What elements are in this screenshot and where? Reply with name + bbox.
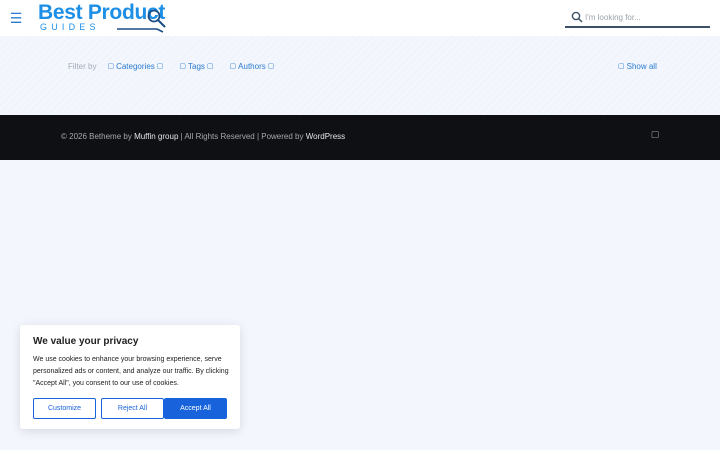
- customize-button[interactable]: Customize: [33, 398, 96, 419]
- list-icon: ▢: [618, 63, 625, 70]
- logo-sub-text: GUIDES: [40, 22, 100, 32]
- filter-categories-link[interactable]: ▢ Categories ▢: [105, 62, 165, 71]
- site-logo[interactable]: Best Product GUIDES: [38, 1, 173, 33]
- filter-label: Filter by: [68, 61, 97, 71]
- docs-icon: ▢: [107, 63, 115, 70]
- filter-categories-label: Categories: [116, 61, 155, 71]
- wordpress-link[interactable]: WordPress: [306, 132, 345, 141]
- menu-icon[interactable]: ☰: [10, 10, 23, 26]
- user-icon: ▢: [229, 63, 237, 70]
- footer-copyright: © 2026 Betheme by Muffin group | All Rig…: [61, 132, 345, 141]
- tag-icon: ▢: [179, 63, 187, 70]
- filter-bar: Filter by ▢ Categories ▢ ▢ Tags ▢ ▢ Auth…: [68, 60, 288, 72]
- search-box: [565, 8, 710, 28]
- reject-all-button[interactable]: Reject All: [101, 398, 164, 419]
- back-to-top-icon[interactable]: ▢: [651, 128, 660, 140]
- muffin-group-link[interactable]: Muffin group: [134, 132, 178, 141]
- chevron-down-icon: ▢: [267, 63, 275, 70]
- show-all-label: Show all: [626, 61, 657, 71]
- show-all-link[interactable]: ▢ Show all: [618, 60, 657, 72]
- cookie-consent-banner: We value your privacy We use cookies to …: [20, 325, 240, 429]
- accept-all-button[interactable]: Accept All: [164, 398, 227, 419]
- filter-tags-link[interactable]: ▢ Tags ▢: [177, 62, 215, 71]
- logo-magnifier-icon: [117, 9, 166, 33]
- copyright-mid: | All Rights Reserved | Powered by: [178, 132, 306, 141]
- site-header: ☰ Best Product GUIDES: [0, 0, 720, 36]
- search-icon[interactable]: [571, 11, 583, 23]
- filter-band: [0, 36, 720, 115]
- filter-tags-label: Tags: [188, 61, 205, 71]
- copyright-prefix: © 2026 Betheme by: [61, 132, 135, 141]
- filter-authors-label: Authors: [238, 61, 266, 71]
- chevron-down-icon: ▢: [206, 63, 214, 70]
- cookie-text: We use cookies to enhance your browsing …: [33, 356, 229, 387]
- search-input[interactable]: [585, 9, 705, 25]
- filter-authors-link[interactable]: ▢ Authors ▢: [228, 62, 277, 71]
- cookie-title: We value your privacy: [33, 336, 139, 347]
- chevron-down-icon: ▢: [156, 63, 164, 70]
- site-footer: © 2026 Betheme by Muffin group | All Rig…: [0, 115, 720, 160]
